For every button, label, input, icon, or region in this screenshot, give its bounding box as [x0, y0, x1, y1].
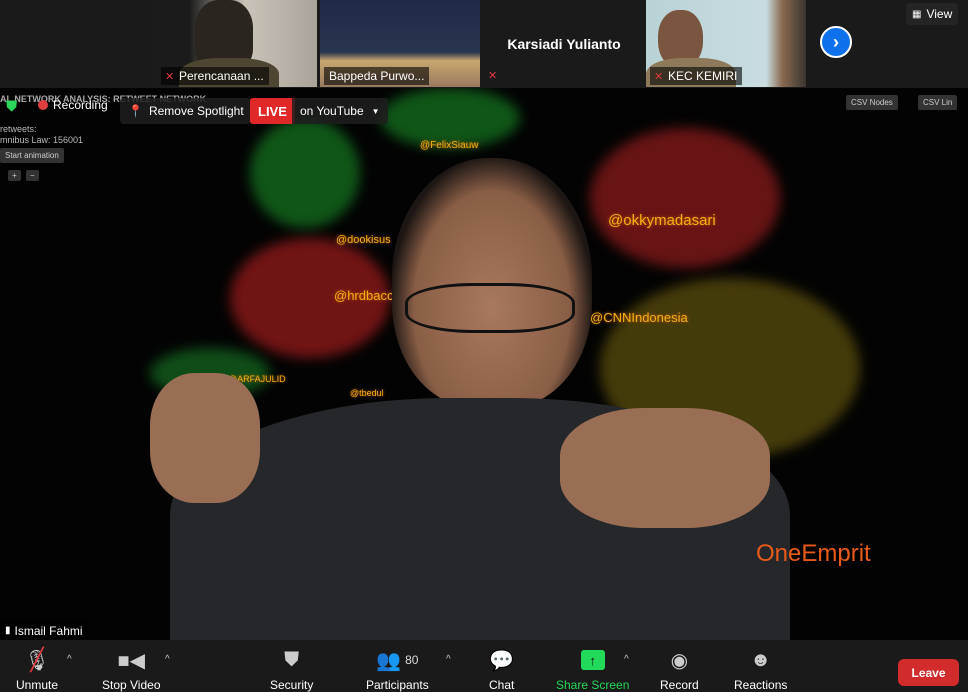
share-screen-label: Share Screen — [556, 678, 630, 692]
share-options-caret[interactable]: ^ — [624, 654, 629, 665]
shared-text: mnibus Law: 156001 — [0, 135, 84, 145]
mic-muted-icon: ✕ — [165, 71, 175, 83]
oneemprit-logo: OneEmprit — [756, 540, 871, 567]
participant-name-text: Bappeda Purwo... — [329, 69, 425, 83]
participants-label: Participants — [366, 678, 429, 692]
reactions-icon: ☻ — [750, 648, 772, 671]
participants-options-caret[interactable]: ^ — [446, 654, 451, 665]
mic-muted-icon: 🎙 ╱ — [24, 647, 50, 672]
video-tile[interactable]: Bappeda Purwo... — [320, 0, 480, 87]
speaker-hand — [560, 408, 770, 528]
share-screen-icon: ↑ — [580, 646, 605, 674]
chat-label: Chat — [489, 678, 515, 692]
gallery-strip: ✕ Perencanaan ... Bappeda Purwo... Karsia… — [0, 0, 968, 88]
chevron-right-icon: › — [833, 31, 839, 52]
unmute-button[interactable]: 🎙 ╱ Unmute — [16, 646, 58, 692]
security-shield-icon[interactable]: ⛊ — [6, 98, 17, 115]
participant-name: ✕ Perencanaan ... — [161, 67, 269, 85]
video-options-caret[interactable]: ^ — [165, 654, 170, 665]
participants-icon: 👥 80 — [376, 649, 419, 672]
record-icon: ◉ — [670, 649, 689, 672]
shared-text: retweets: — [0, 124, 37, 134]
network-label: @hrdbacc — [334, 288, 394, 303]
network-label: @CNNIndonesia — [590, 310, 688, 325]
active-speaker-video: @okkymadasari @CNNIndonesia @hrdbacc @do… — [0, 88, 968, 640]
security-button[interactable]: ⛊ Security — [270, 646, 313, 692]
audio-options-caret[interactable]: ^ — [67, 654, 72, 665]
speaker-name: Ismail Fahmi — [14, 623, 83, 638]
video-tile[interactable]: Karsiadi Yulianto ✕ — [484, 0, 644, 87]
live-platform-label: on YouTube — [300, 104, 364, 118]
reactions-label: Reactions — [734, 678, 788, 692]
participants-button[interactable]: 👥 80 Participants — [366, 646, 429, 692]
live-platform-dropdown[interactable]: on YouTube ▼ — [292, 98, 388, 124]
network-cluster — [380, 88, 520, 148]
mic-muted-icon: ✕ — [488, 70, 498, 82]
start-animation-button[interactable]: Start animation — [0, 148, 64, 163]
record-button[interactable]: ◉ Record — [660, 646, 699, 692]
reactions-button[interactable]: ☻ Reactions — [734, 646, 787, 692]
view-label: View — [926, 7, 953, 21]
record-label: Record — [660, 678, 699, 692]
network-cluster — [250, 118, 360, 228]
csv-links-button[interactable]: CSV Lin — [918, 95, 958, 110]
caret-down-icon: ▼ — [371, 106, 380, 116]
zoom-out-button[interactable]: − — [26, 170, 39, 181]
grid-icon: ▦ — [912, 8, 922, 20]
speaker-name-label: ▮ Ismail Fahmi — [0, 621, 88, 640]
participant-name: Bappeda Purwo... — [324, 67, 430, 85]
recording-indicator[interactable]: Recording — [38, 98, 108, 112]
meeting-toolbar: 🎙 ╱ Unmute ^ ■◀ Stop Video ^ ⛊ Security 👥 80 P… — [0, 640, 968, 692]
view-button[interactable]: ▦ View — [906, 3, 959, 25]
csv-nodes-button[interactable]: CSV Nodes — [846, 95, 898, 110]
recording-icon — [38, 100, 48, 110]
network-label: @FelixSiauw — [420, 140, 479, 151]
live-badge: LIVE — [250, 98, 295, 124]
stop-video-label: Stop Video — [102, 678, 161, 692]
network-label: @tbedul — [350, 388, 384, 398]
remove-spotlight-label: Remove Spotlight — [148, 104, 244, 118]
stop-video-button[interactable]: ■◀ Stop Video — [102, 646, 161, 692]
participant-name-text: KEC KEMIRI — [668, 69, 738, 83]
network-cluster — [590, 128, 780, 268]
pin-icon: 📍 — [128, 104, 143, 118]
signal-icon: ▮ — [5, 625, 11, 636]
recording-label: Recording — [53, 98, 108, 112]
chat-icon: 💬 — [489, 649, 515, 672]
participant-name-text: Perencanaan ... — [179, 69, 264, 83]
chat-button[interactable]: 💬 Chat — [489, 646, 514, 692]
share-screen-button[interactable]: ↑ Share Screen — [556, 646, 629, 692]
next-page-button[interactable]: › — [820, 26, 852, 58]
unmute-label: Unmute — [16, 678, 59, 692]
video-camera-icon: ■◀ — [117, 649, 145, 672]
video-tile[interactable]: ✕ Perencanaan ... — [157, 0, 317, 87]
speaker-glasses — [405, 283, 575, 333]
participant-name: ✕ KEC KEMIRI — [650, 67, 743, 85]
remove-spotlight-button[interactable]: 📍 Remove Spotlight — [120, 98, 252, 124]
participants-count: 80 — [405, 653, 419, 667]
leave-button[interactable]: Leave — [898, 659, 959, 686]
network-label: @dookisus — [336, 234, 391, 246]
shield-icon: ⛊ — [284, 648, 300, 671]
zoom-in-button[interactable]: + — [8, 170, 21, 181]
speaker-hand — [150, 373, 260, 503]
mic-muted-icon: ✕ — [654, 71, 664, 83]
security-label: Security — [270, 678, 314, 692]
network-label: @okkymadasari — [608, 212, 716, 229]
video-tile[interactable]: ✕ KEC KEMIRI — [646, 0, 806, 87]
participant-name-text: Karsiadi Yulianto — [507, 35, 621, 52]
